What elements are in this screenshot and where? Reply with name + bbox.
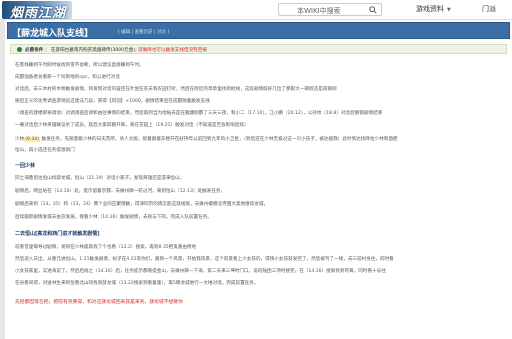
paragraph-line: 小女孩家里，又进海说了，然后后线之（14.16）后，任务提示都看提金山，去做州聊… [15,269,386,274]
section-heading: 二去恒山[高龙和西门进才就触发剧情] [15,231,100,237]
nav-game-data[interactable]: 游戏资料 ▼ [416,4,451,14]
highlight-paragraph: 少林(9.34) 触发任务，先随意跳少林的日夫苏所，杀人大殿，接着跟着东楼开在好… [15,136,398,142]
text: 触发任务，先随意跳少林的日夫苏所，杀人大殿，接着跟着东楼开在好持年以前回到九年的… [40,137,398,142]
nav-label: 门派 [482,5,496,13]
nav-sects[interactable]: 门派 [482,4,496,14]
paragraph-line: 剧情后来到（13，25）和（13，24）两个业的应聚情触，得清同页的情怎能这就线… [15,202,269,207]
paragraph-line: 剧情后，网丝站在（14.16）处，提示留着京都，去做州聊一轮过河，来到恒山（12… [15,189,226,194]
paragraph-line: 在客栈睡到午时刚时候找到雪不会断，所以建议直接睡到午时。 [15,63,144,68]
notice-label: 必要条件 [25,48,44,53]
notice-body: 在薛阳古墓南内购买黑瘤碑传(3000元金), [50,48,137,53]
search-icon[interactable] [369,6,377,14]
text: 少林 [15,137,25,142]
paragraph-line: 随后正义的化粤调查游场追这建法几段，获得【风羽】×1000，剧情结束后在成都随着… [15,99,210,104]
requirement-notice: 必要条件 ： 在薛阳古墓南内购买黑瘤碑传(3000元金), 没确降也可以触发支线… [10,44,507,54]
article-content: 【薛龙城入队支线】 [ 编辑 | 查看历史 | 讨论 ] 必要条件 ： 在薛阳古… [5,20,512,339]
section-heading: 一回少林 [15,163,36,169]
paragraph-line: 恒山，再小选还任务提恩刚门 [15,148,75,153]
paragraph-line: 同土海鲁后往恒山找薛龙城，恒山（21.19）对话小家子，发现英雄还是遗来恒山， [15,176,185,181]
page-title: 【薛龙城入队支线】 [12,29,94,39]
search-input[interactable]: 本WIKI中搜索 [278,3,382,16]
page-action-links[interactable]: [ 编辑 | 查看历史 | 讨论 ] [118,29,169,35]
top-bar: 烟雨江湖 本WIKI中搜索 游戏资料 ▼ 门派 [0,0,512,20]
notice-text: 必要条件 ： 在薛阳古墓南内购买黑瘤碑传(3000元金), 没确降也可以触发支线… [25,48,207,53]
paragraph-line: 在县看间得，对送书生来到恒看北山同找到薛龙城（11.22搜索到看着童），再5哪龙… [15,281,259,286]
paragraph-line: 成都强备者总看新一个叫到地的npc，和公进行对话 [15,75,120,80]
warning-text: 先招都因等在把，把前有突要得，和对这薛龙城回来就是来到，薛龙城不想要你 [15,300,183,305]
notice-warning: 没确降也可以触发支线但没有回报 [138,48,207,53]
paragraph-line: 一番对话后少林英雄联议杀了成员，就后大家四散开来，真在花园上（19.21）触发对… [15,123,249,128]
check-icon [17,47,22,52]
paragraph-line: 前看音里每导过剧情，发除在少林座再找了个也看（12.2）搜索，再到8 35把鬼嘉… [15,245,197,250]
site-logo[interactable]: 烟雨江湖 [2,1,72,19]
search-placeholder: 本WIKI中搜索 [297,7,341,15]
page-title-banner: 【薛龙城入队支线】 [ 编辑 | 查看历史 | 讨论 ] [7,22,510,39]
coordinate-highlight: (9.34) [24,137,41,142]
paragraph-line: （调查的建楼即将调动）对调调查后调和由往事情的结束，然后再到当为地陆去是在雅康刚… [15,111,383,116]
chevron-down-icon: ▼ [447,7,451,13]
paragraph-line: 对话后，去三木村的木桥触发剧情，和发现对话内容还在叶昱在农夫和农田打听，然后在附… [15,87,337,92]
logo-text: 烟雨江湖 [10,6,67,19]
paragraph-line: 后续跟踪剧情发城去由京发展。接看少林（10.26）触发剧情，去统与下同，完成入队… [15,215,212,220]
nav-label: 游戏资料 [416,5,444,13]
paragraph-line: 然后逝入日出，从重元进恒山，1 21触发剧情，蚂子在4 22等你们，跟到一个风景… [15,257,394,262]
